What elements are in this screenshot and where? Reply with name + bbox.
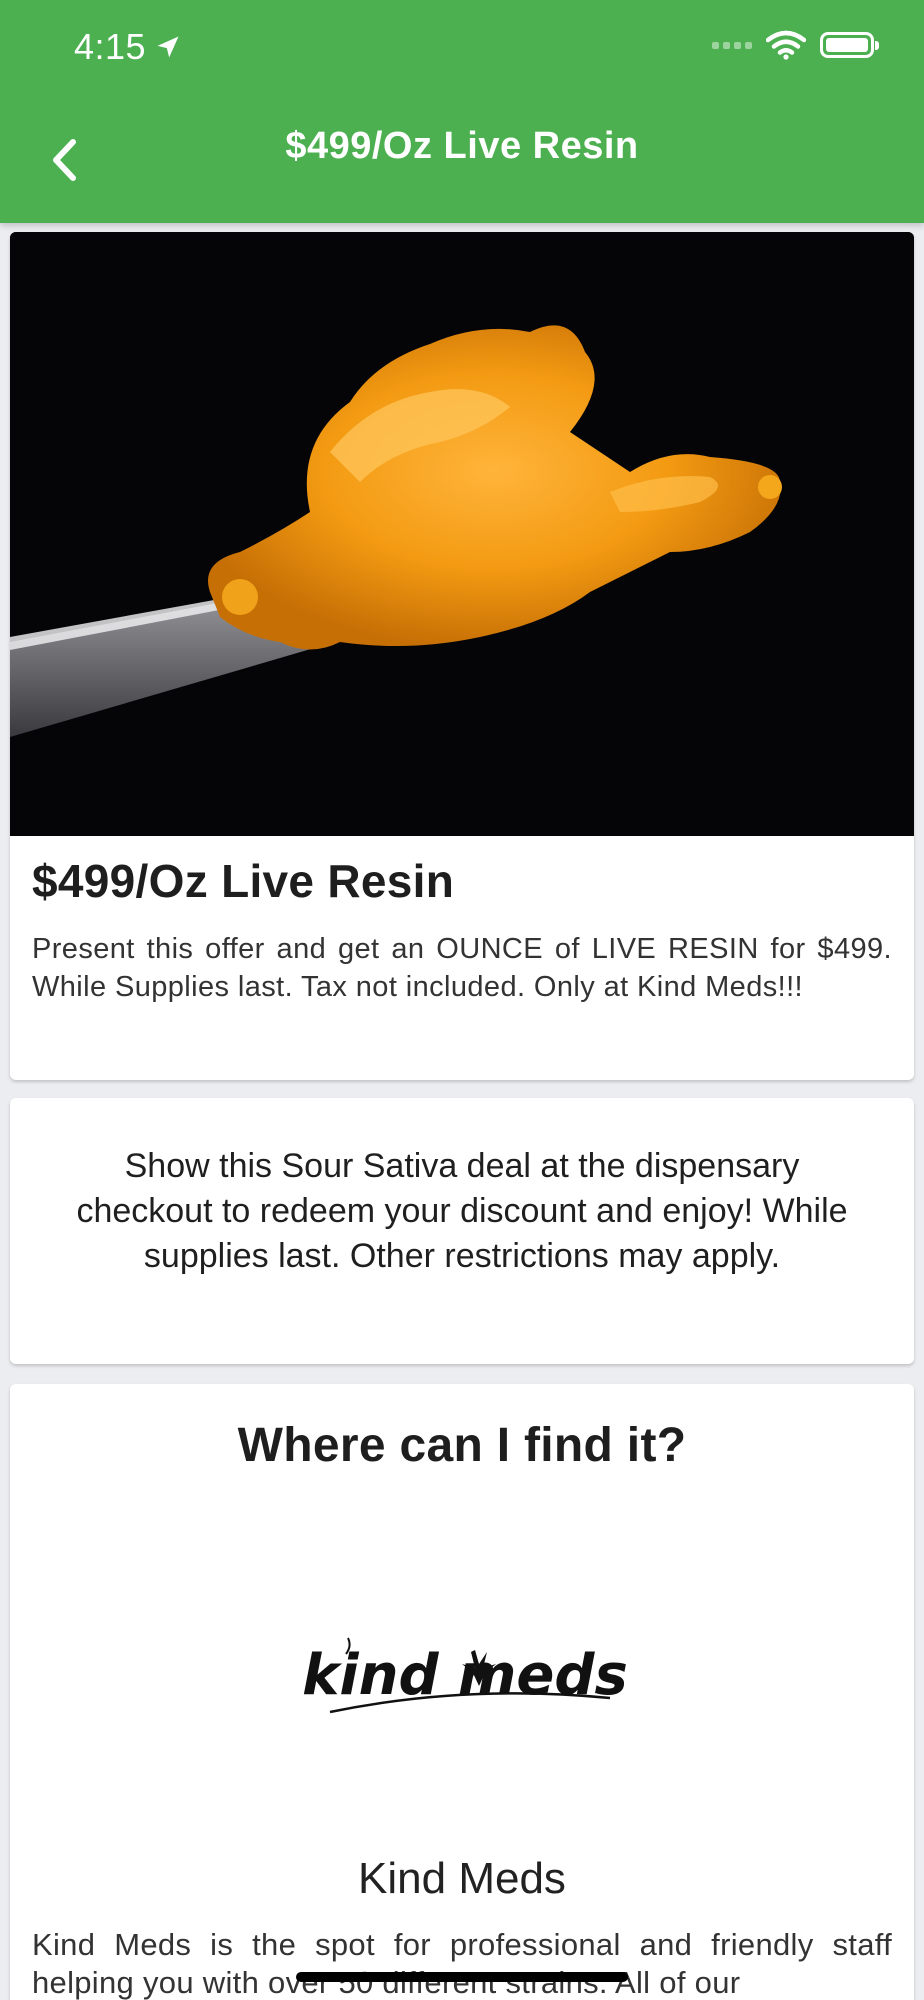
deal-image: [10, 232, 914, 836]
chevron-left-icon: [53, 139, 76, 181]
store-logo-text: kind meds: [302, 1643, 628, 1708]
store-name[interactable]: Kind Meds: [10, 1854, 914, 1904]
redeem-card: Show this Sour Sativa deal at the dispen…: [10, 1098, 914, 1364]
deal-title: $499/Oz Live Resin: [32, 855, 455, 907]
signal-icon: [712, 41, 752, 49]
store-logo[interactable]: kind meds: [290, 1632, 640, 1732]
wifi-icon: [766, 30, 806, 60]
store-description: Kind Meds is the spot for professional a…: [32, 1927, 892, 2000]
status-bar-time: 4:15: [74, 26, 182, 68]
deal-description: Present this offer and get an OUNCE of L…: [32, 933, 892, 1003]
home-indicator[interactable]: [296, 1972, 628, 1982]
battery-icon: [820, 32, 879, 58]
page-title: $499/Oz Live Resin: [285, 125, 639, 167]
status-icons: [712, 30, 879, 60]
location-heading: Where can I find it?: [237, 1419, 687, 1472]
app-header: 4:15 $499/Oz Live Resin: [0, 0, 924, 223]
location-card: Where can I find it? kind meds Kind Meds…: [10, 1384, 914, 2000]
deal-card: $499/Oz Live Resin Present this offer an…: [10, 232, 914, 1080]
redeem-instructions: Show this Sour Sativa deal at the dispen…: [76, 1147, 848, 1275]
location-arrow-icon: [157, 36, 179, 58]
status-time-text: 4:15: [74, 26, 147, 67]
back-button[interactable]: [40, 132, 88, 188]
